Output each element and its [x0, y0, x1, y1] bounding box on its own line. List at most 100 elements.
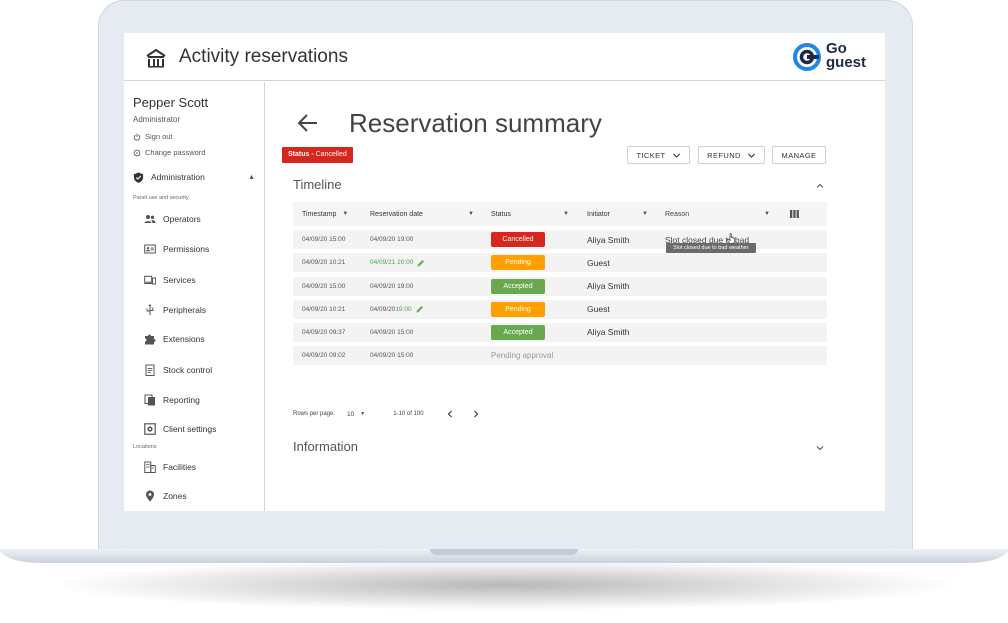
- page-title: Reservation summary: [349, 108, 602, 138]
- status-badge: Cancelled: [491, 232, 545, 248]
- sidebar-item-label: Facilities: [163, 462, 197, 472]
- manage-button[interactable]: MANAGE: [772, 146, 826, 164]
- changed-date: 04/09/21 20:00: [370, 259, 414, 267]
- cell-reason: [656, 253, 827, 272]
- column-header-reason[interactable]: Reason ▼: [656, 202, 827, 226]
- sidebar-item-permissions[interactable]: Permissions: [144, 241, 259, 257]
- cell-timestamp: 04/09/20 15:00: [302, 282, 346, 290]
- chevron-right-icon[interactable]: [472, 410, 480, 418]
- cell-initiator: Aliya Smith: [587, 327, 630, 338]
- locations-caption: Locations: [133, 444, 157, 450]
- sidebar-item-operators[interactable]: Operators: [144, 211, 259, 227]
- table-row[interactable]: 04/09/20 10:21 04/09/20 19:00 Pending Gu…: [293, 299, 827, 319]
- pagination: Rows per page: 10 ▼ 1-10 of 100: [293, 410, 480, 418]
- sidebar-item-facilities[interactable]: Facilities: [144, 459, 259, 475]
- date-prefix: 04/09/20: [370, 305, 396, 313]
- cell-status: Pending: [482, 300, 577, 319]
- chevron-up-icon[interactable]: [815, 181, 825, 191]
- sidebar-item-client-settings[interactable]: Client settings: [144, 421, 259, 437]
- sidebar-item-services[interactable]: Services: [144, 272, 259, 288]
- status-badge: Accepted: [491, 324, 545, 340]
- rows-per-page-select[interactable]: 10 ▼: [347, 411, 365, 418]
- location-pin-icon: [146, 490, 154, 502]
- pencil-icon[interactable]: [417, 259, 425, 267]
- cell-timestamp: 04/09/20 10:21: [302, 305, 346, 313]
- column-label: Timestamp: [302, 210, 337, 218]
- sidebar-item-zones[interactable]: Zones: [144, 488, 259, 504]
- cell-initiator: Aliya Smith: [587, 281, 630, 292]
- laptop-shadow: [60, 560, 950, 610]
- cell-timestamp: 04/09/20 09:37: [302, 328, 346, 336]
- sidebar-item-peripherals[interactable]: Peripherals: [144, 302, 259, 318]
- table-row[interactable]: 04/09/20 15:00 04/09/20 19:00 Accepted A…: [293, 276, 827, 296]
- caret-down-icon: ▼: [360, 411, 366, 417]
- id-card-icon: [144, 244, 156, 254]
- manage-button-label: MANAGE: [781, 150, 817, 160]
- pencil-icon[interactable]: [416, 305, 424, 313]
- cell-reservation-date: 04/09/20 15:00: [370, 352, 414, 360]
- sort-icon: ▼: [642, 211, 648, 217]
- brand-logo: Go guest: [792, 40, 872, 74]
- pagination-range: 1-10 of 100: [393, 411, 424, 417]
- app-screen: Activity reservations Go guest Pepper Sc…: [124, 33, 885, 511]
- sidebar-item-stock-control[interactable]: Stock control: [144, 362, 259, 378]
- building-icon: [144, 461, 156, 473]
- change-password-link[interactable]: Change password: [133, 148, 205, 157]
- column-header-timestamp[interactable]: Timestamp ▼: [293, 202, 361, 226]
- ticket-button-label: TICKET: [636, 150, 666, 160]
- table-row[interactable]: 04/09/20 09:37 04/09/20 15:00 Accepted A…: [293, 322, 827, 342]
- sidebar-item-label: Zones: [163, 491, 187, 501]
- sidebar-item-extensions[interactable]: Extensions: [144, 331, 259, 347]
- status-badge: Pending: [491, 301, 545, 317]
- back-arrow-icon[interactable]: [296, 111, 320, 135]
- timeline-table: Timestamp ▼ Reservation date ▼ Status ▼ Ini…: [293, 202, 827, 366]
- cell-reason: [656, 277, 827, 296]
- usb-icon: [146, 304, 154, 315]
- user-name: Pepper Scott: [133, 95, 209, 110]
- status-prefix: Status -: [288, 151, 314, 158]
- sidebar-item-label: Stock control: [163, 365, 213, 375]
- status-badge: Pending: [491, 255, 545, 271]
- column-label: Reason: [665, 210, 690, 218]
- cell-status: Accepted: [482, 277, 577, 296]
- change-password-label: Change password: [145, 148, 206, 157]
- brand-line-2: guest: [826, 54, 867, 71]
- rows-per-page-value: 10: [347, 410, 355, 418]
- puzzle-icon: [145, 334, 156, 345]
- column-label: Reservation date: [370, 210, 423, 218]
- copy-icon: [144, 394, 155, 406]
- cell-timestamp: 04/09/20 10:21: [302, 259, 346, 267]
- user-role: Administrator: [133, 115, 181, 124]
- cell-status: Pending approval: [482, 346, 577, 365]
- section-administration-label: Administration: [151, 172, 205, 182]
- chevron-left-icon[interactable]: [446, 410, 454, 418]
- column-header-initiator[interactable]: Initiator ▼: [577, 202, 656, 226]
- cell-reason: [656, 300, 827, 319]
- cell-status: Cancelled: [482, 230, 577, 249]
- cell-reason: [656, 346, 827, 365]
- ticket-button[interactable]: TICKET: [627, 146, 690, 164]
- sidebar: Pepper Scott Administrator Sign out Chan…: [124, 82, 265, 511]
- status-badge: Accepted: [491, 278, 545, 294]
- table-row[interactable]: 04/09/20 10:21 04/09/21 20:00 Pending Gu…: [293, 253, 827, 273]
- reason-tooltip: Slot closed due to bad weather: [666, 243, 756, 253]
- sort-icon: ▼: [563, 211, 569, 217]
- chevron-down-icon[interactable]: [815, 443, 825, 453]
- table-row[interactable]: 04/09/20 09:02 04/09/20 15:00 Pending ap…: [293, 346, 827, 366]
- status-text: Pending approval: [491, 351, 554, 361]
- sign-out-label: Sign out: [145, 132, 173, 141]
- status-badge: Status - Cancelled: [282, 147, 353, 163]
- rows-per-page-label: Rows per page:: [293, 411, 336, 417]
- sign-out-link[interactable]: Sign out: [133, 132, 173, 141]
- cell-reservation-date: 04/09/20 19:00: [370, 282, 414, 290]
- column-header-reservation-date[interactable]: Reservation date ▼: [361, 202, 482, 226]
- section-caption: Panel use and security: [133, 195, 189, 201]
- refund-button[interactable]: REFUND: [698, 146, 765, 164]
- column-header-status[interactable]: Status ▼: [482, 202, 577, 226]
- view-columns-icon[interactable]: [790, 210, 799, 218]
- table-header: Timestamp ▼ Reservation date ▼ Status ▼ Ini…: [293, 202, 827, 226]
- brand-mark-icon: [793, 43, 821, 71]
- sidebar-item-reporting[interactable]: Reporting: [144, 392, 259, 408]
- section-administration[interactable]: Administration ▲: [133, 170, 255, 184]
- sidebar-item-label: Client settings: [163, 424, 217, 434]
